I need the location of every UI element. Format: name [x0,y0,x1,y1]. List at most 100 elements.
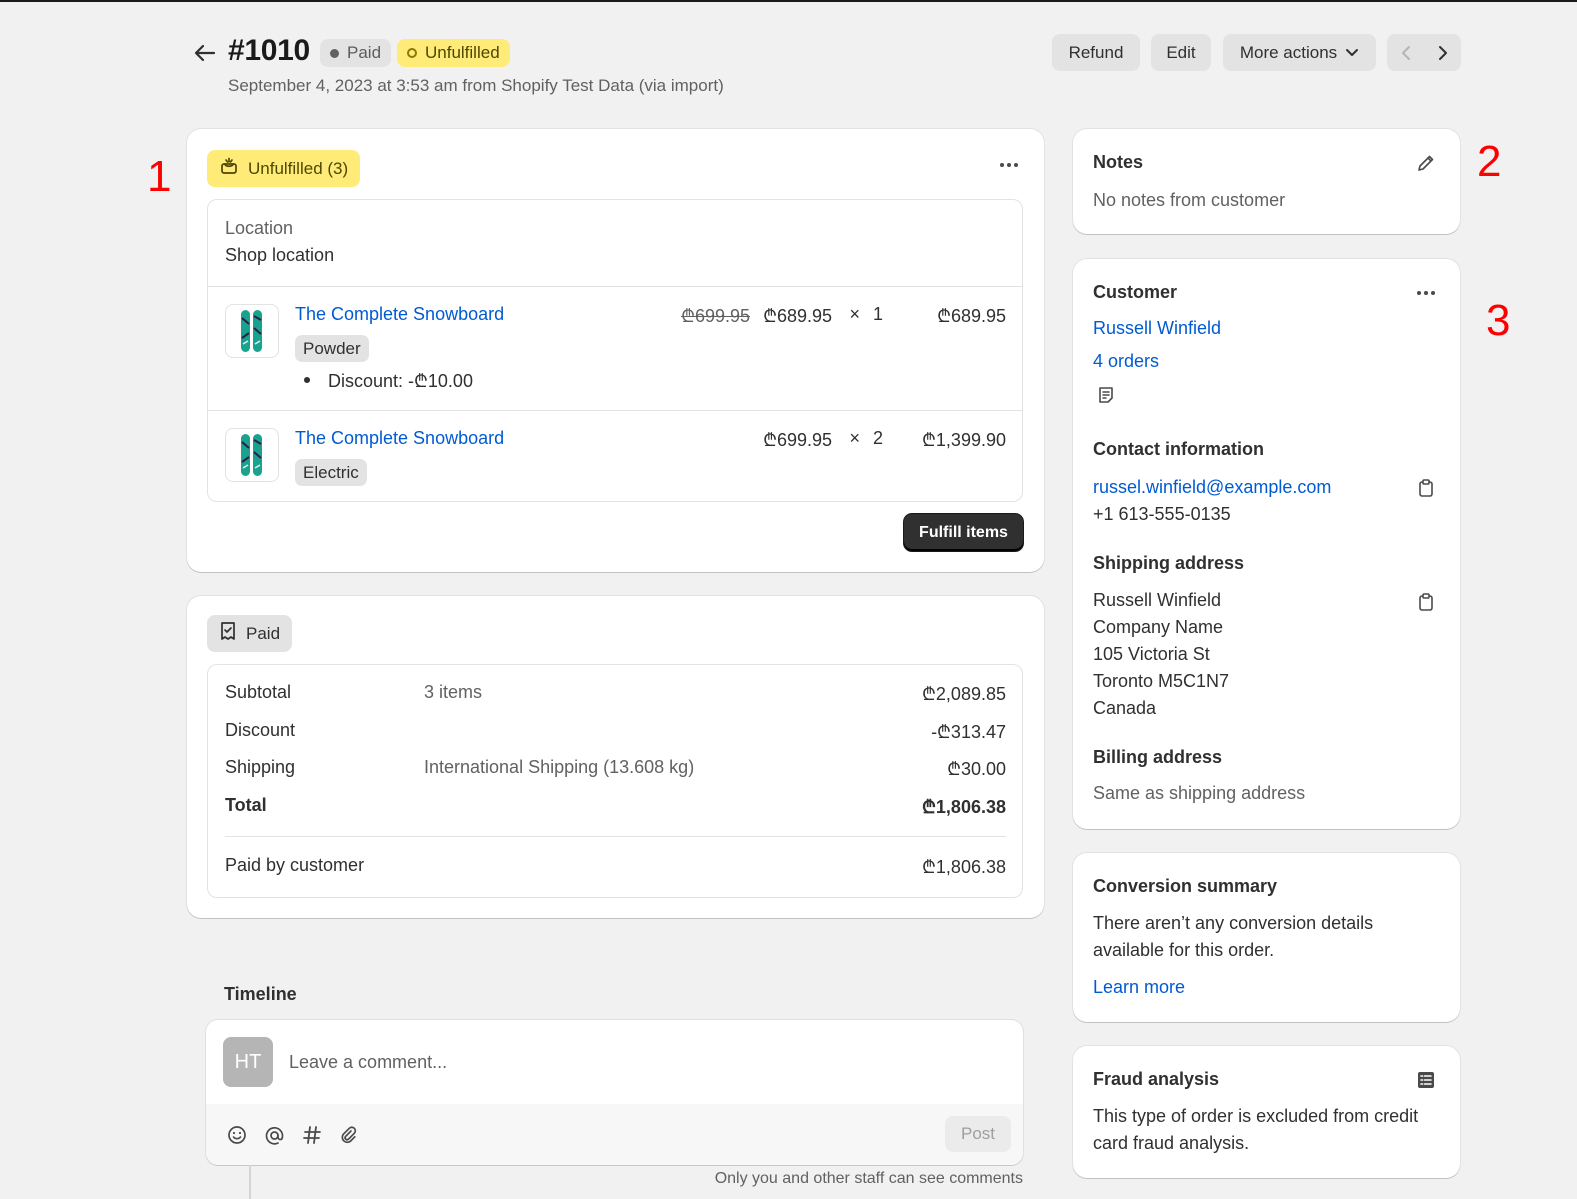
summary-amount: -₾313.47 [931,722,1006,742]
snowboard-thumbnail[interactable] [225,304,279,358]
receipt-icon [219,621,237,646]
summary-detail: 3 items [424,682,483,702]
billing-address-text: Same as shipping address [1093,783,1306,803]
payment-status-label: Paid [347,43,382,62]
notes-text: No notes from customer [1093,190,1286,210]
snowboard-thumbnail[interactable] [225,428,279,482]
payment-status-badge: Paid [320,39,392,67]
previous-order-button[interactable] [1387,34,1424,71]
customer-email-link[interactable]: russel.winfield@example.com [1093,474,1331,501]
conversion-title: Conversion summary [1093,876,1278,896]
customer-note-icon[interactable] [1093,382,1119,408]
copy-email-icon[interactable] [1413,475,1439,501]
unfulfilled-card: Unfulfilled (3) Location Shop location T… [187,129,1044,572]
conversion-text: There aren’t any conversion details [1093,913,1374,933]
notes-title: Notes [1093,152,1144,172]
timeline-title: Timeline [224,984,297,1004]
times-sign: × [849,304,860,324]
fraud-text: card fraud analysis. [1093,1133,1250,1153]
billing-address-title: Billing address [1093,747,1223,767]
product-title-link[interactable]: The Complete Snowboard [295,428,504,449]
page-header: #1010 Paid Unfulfilled September 4, 2023… [190,34,1470,104]
learn-more-link[interactable]: Learn more [1093,974,1185,1001]
line-total: ₾689.95 [937,306,1006,326]
comment-toolbar: Post [206,1104,1023,1165]
summary-amount: ₾30.00 [947,759,1006,779]
comment-input[interactable] [289,1049,979,1075]
shipping-address-line: Canada [1093,698,1157,718]
chevron-down-icon [1345,43,1359,63]
customer-card: Customer Russell Winfield 4 orders Conta… [1073,259,1460,829]
staff-visibility-note: Only you and other staff can see comment… [714,1170,1023,1187]
mention-icon[interactable] [261,1122,287,1148]
shipping-address-title: Shipping address [1093,553,1245,573]
paid-by-amount: ₾1,806.38 [922,857,1006,877]
original-price: ₾699.95 [681,306,750,326]
fulfill-items-button[interactable]: Fulfill items [904,514,1023,551]
product-title-link[interactable]: The Complete Snowboard [295,304,504,325]
fraud-text: This type of order is excluded from cred… [1093,1106,1419,1126]
back-arrow-icon[interactable] [190,40,220,66]
paid-by-row: Paid by customer ₾1,806.38 [225,855,1006,879]
fulfillment-box-icon [219,156,239,181]
avatar: HT [223,1037,273,1087]
line-items-section: Location Shop location The Complete Snow… [207,199,1023,502]
discount-line: Discount: -₾10.00 [304,369,473,393]
top-border [0,0,1577,2]
location-block: Location Shop location [225,218,334,266]
contact-info-title: Contact information [1093,439,1264,459]
line-item: The Complete Snowboard Powder Discount: … [208,287,1022,410]
fulfillment-status-label: Unfulfilled [425,43,500,62]
shipping-address-line: Company Name [1093,617,1224,637]
summary-label: Discount [225,720,296,740]
divider [225,836,1006,837]
payment-card: Paid Subtotal 3 items ₾2,089.85 Discount… [187,596,1044,918]
summary-label: Total [225,795,267,815]
more-actions-button[interactable]: More actions [1223,34,1376,71]
list-details-icon[interactable] [1413,1067,1439,1093]
hashtag-icon[interactable] [299,1122,325,1148]
summary-amount: ₾1,806.38 [922,797,1006,817]
edit-button[interactable]: Edit [1151,34,1211,71]
customer-phone: +1 613-555-0135 [1093,504,1231,524]
edit-pencil-icon[interactable] [1413,150,1439,176]
location-value: Shop location [225,245,335,265]
emoji-icon[interactable] [224,1122,250,1148]
summary-row: Discount -₾313.47 [225,720,1006,744]
next-order-button[interactable] [1424,34,1461,71]
annotation-3: 3 [1486,296,1511,345]
paid-status-label: Paid [246,623,281,643]
customer-name-link[interactable]: Russell Winfield [1093,315,1221,342]
paid-by-label: Paid by customer [225,855,365,875]
refund-button[interactable]: Refund [1052,34,1140,71]
location-label: Location [225,218,294,238]
quantity: 2 [872,428,883,448]
unit-price: ₾699.95 [763,430,832,450]
customer-title: Customer [1093,282,1178,302]
fulfillment-more-icon[interactable] [994,155,1024,175]
annotation-1: 1 [147,152,172,201]
status-dot-icon [330,48,339,58]
post-button[interactable]: Post [945,1116,1011,1152]
times-sign: × [849,428,860,448]
conversion-summary-card: Conversion summary There aren’t any conv… [1073,853,1460,1022]
order-pager [1387,34,1461,71]
fraud-title: Fraud analysis [1093,1069,1220,1089]
customer-orders-link[interactable]: 4 orders [1093,348,1159,375]
summary-row: Shipping International Shipping (13.608 … [225,757,1006,781]
paid-status-pill: Paid [207,615,293,652]
conversion-text: available for this order. [1093,940,1275,960]
line-total: ₾1,399.90 [922,430,1006,450]
shipping-address-line: 105 Victoria St [1093,644,1210,664]
notes-card: Notes No notes from customer [1073,129,1460,234]
summary-row: Subtotal 3 items ₾2,089.85 [225,682,1006,706]
quantity: 1 [872,304,883,324]
order-title: #1010 [228,34,310,67]
copy-address-icon[interactable] [1413,589,1439,615]
unfulfilled-count-label: Unfulfilled (3) [248,158,349,178]
attachment-icon[interactable] [336,1122,362,1148]
summary-detail: International Shipping (13.608 kg) [424,757,695,777]
variant-badge: Powder [295,335,369,362]
annotation-2: 2 [1477,137,1502,186]
customer-more-icon[interactable] [1411,283,1441,303]
